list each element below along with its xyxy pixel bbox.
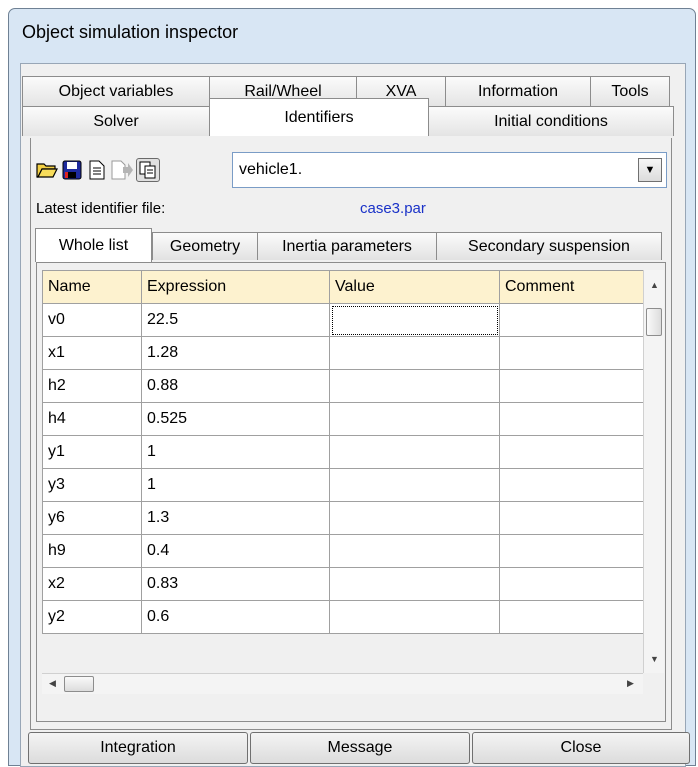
object-select-value: vehicle1. [239, 161, 303, 178]
cell-name[interactable]: h4 [42, 402, 142, 436]
scroll-left-icon[interactable]: ◀ [49, 678, 56, 689]
close-button[interactable]: Close [472, 732, 690, 764]
table-row: h4 0.525 [42, 402, 644, 436]
column-header-expression[interactable]: Expression [141, 270, 330, 304]
cell-comment[interactable] [499, 303, 644, 337]
cell-value[interactable] [329, 567, 500, 601]
column-header-name[interactable]: Name [42, 270, 142, 304]
save-icon[interactable] [61, 159, 83, 181]
column-header-comment[interactable]: Comment [499, 270, 644, 304]
tab-information[interactable]: Information [445, 76, 591, 106]
cell-name[interactable]: x2 [42, 567, 142, 601]
cell-expression[interactable]: 1 [141, 435, 330, 469]
tab-solver[interactable]: Solver [22, 106, 210, 136]
tab-identifiers[interactable]: Identifiers [209, 98, 429, 136]
horizontal-scroll-thumb[interactable] [64, 676, 94, 692]
cell-comment[interactable] [499, 501, 644, 535]
cell-expression[interactable]: 22.5 [141, 303, 330, 337]
scroll-down-icon[interactable]: ▼ [650, 654, 659, 664]
tab-initial-conditions[interactable]: Initial conditions [428, 106, 674, 136]
subtab-secondary-suspension[interactable]: Secondary suspension [436, 232, 662, 260]
table-row: x1 1.28 [42, 336, 644, 370]
cell-comment[interactable] [499, 402, 644, 436]
vertical-scrollbar[interactable]: ▲ ▼ [643, 270, 664, 673]
cell-comment[interactable] [499, 435, 644, 469]
cell-value[interactable] [329, 402, 500, 436]
scroll-up-icon[interactable]: ▲ [650, 280, 659, 290]
grid-header-row: Name Expression Value Comment [42, 270, 644, 304]
cell-expression[interactable]: 1 [141, 468, 330, 502]
copy-icon[interactable] [136, 158, 160, 182]
cell-expression[interactable]: 1.28 [141, 336, 330, 370]
cell-name[interactable]: h9 [42, 534, 142, 568]
cell-value[interactable] [329, 534, 500, 568]
latest-file-name: case3.par [360, 200, 426, 217]
subtab-geometry[interactable]: Geometry [152, 232, 258, 260]
cell-name[interactable]: y1 [42, 435, 142, 469]
table-row: h2 0.88 [42, 369, 644, 403]
window-title: Object simulation inspector [22, 22, 239, 42]
tab-object-variables[interactable]: Object variables [22, 76, 210, 106]
cell-comment[interactable] [499, 534, 644, 568]
cell-comment[interactable] [499, 468, 644, 502]
cell-value[interactable] [329, 303, 500, 337]
cell-expression[interactable]: 0.525 [141, 402, 330, 436]
cell-value[interactable] [329, 435, 500, 469]
cell-name[interactable]: x1 [42, 336, 142, 370]
table-row: h9 0.4 [42, 534, 644, 568]
open-folder-icon[interactable] [36, 159, 58, 181]
cell-comment[interactable] [499, 600, 644, 634]
cell-name[interactable]: y6 [42, 501, 142, 535]
subtab-inertia-parameters[interactable]: Inertia parameters [257, 232, 437, 260]
cell-value[interactable] [329, 501, 500, 535]
cell-value[interactable] [329, 468, 500, 502]
cell-value[interactable] [329, 600, 500, 634]
message-button[interactable]: Message [250, 732, 470, 764]
cell-value[interactable] [329, 369, 500, 403]
subtab-whole-list[interactable]: Whole list [35, 228, 152, 262]
cell-expression[interactable]: 0.4 [141, 534, 330, 568]
horizontal-scrollbar[interactable]: ◀ ▶ [42, 673, 643, 694]
object-select[interactable]: vehicle1. ▼ [232, 152, 667, 188]
cell-value[interactable] [329, 336, 500, 370]
cell-name[interactable]: h2 [42, 369, 142, 403]
table-row: x2 0.83 [42, 567, 644, 601]
cell-expression[interactable]: 0.88 [141, 369, 330, 403]
table-row: v0 22.5 [42, 303, 644, 337]
table-row: y2 0.6 [42, 600, 644, 634]
document-icon[interactable] [86, 159, 108, 181]
export-icon[interactable] [111, 159, 133, 181]
cell-expression[interactable]: 0.83 [141, 567, 330, 601]
latest-file-label: Latest identifier file: [36, 200, 166, 217]
cell-name[interactable]: y2 [42, 600, 142, 634]
vertical-scroll-thumb[interactable] [646, 308, 662, 336]
column-header-value[interactable]: Value [329, 270, 500, 304]
identifier-toolbar [36, 158, 160, 182]
tab-row-2: Solver Identifiers Initial conditions [22, 98, 674, 136]
table-row: y1 1 [42, 435, 644, 469]
cell-comment[interactable] [499, 336, 644, 370]
tab-tools[interactable]: Tools [590, 76, 670, 106]
cell-expression[interactable]: 0.6 [141, 600, 330, 634]
chevron-down-icon[interactable]: ▼ [638, 158, 662, 182]
cell-name[interactable]: v0 [42, 303, 142, 337]
cell-expression[interactable]: 1.3 [141, 501, 330, 535]
cell-name[interactable]: y3 [42, 468, 142, 502]
integration-button[interactable]: Integration [28, 732, 248, 764]
identifier-grid: Name Expression Value Comment v0 22.5 x1… [42, 270, 644, 634]
table-row: y6 1.3 [42, 501, 644, 535]
scroll-right-icon[interactable]: ▶ [627, 678, 634, 689]
table-row: y3 1 [42, 468, 644, 502]
cell-comment[interactable] [499, 369, 644, 403]
cell-comment[interactable] [499, 567, 644, 601]
